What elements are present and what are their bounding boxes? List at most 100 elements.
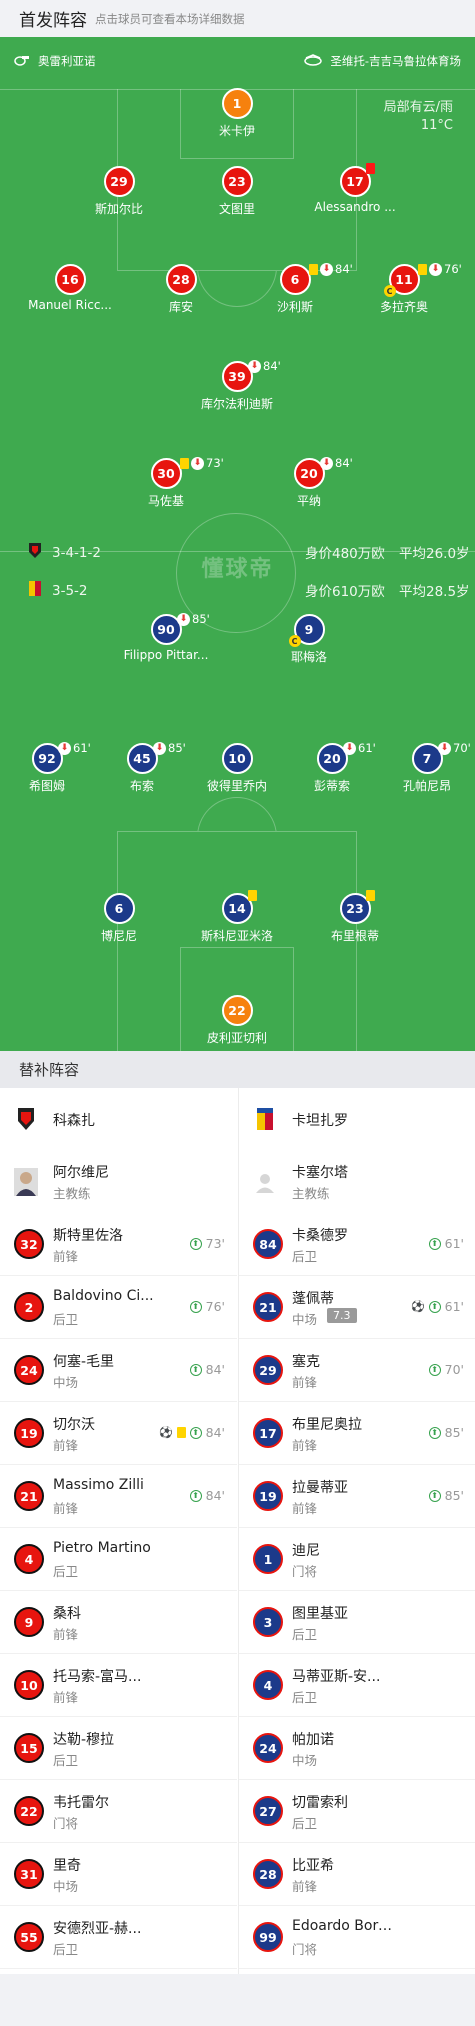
shirt-number: 16 bbox=[54, 264, 86, 295]
player-home-17[interactable]: 17 Alessandro ... bbox=[295, 163, 415, 214]
shirt-number: 32 bbox=[14, 1229, 44, 1259]
sub-minute: 84' bbox=[205, 1425, 225, 1440]
shirt-number: 6 bbox=[279, 264, 311, 295]
sub-event: ⬆ 85' bbox=[428, 1425, 464, 1440]
player-home-28[interactable]: 28 库安 bbox=[121, 264, 241, 315]
lineup-title: 首发阵容 bbox=[19, 11, 87, 31]
stadium-name: 圣维托-吉吉马鲁拉体育场 bbox=[330, 54, 461, 68]
sub-off-icon: ⬇ bbox=[429, 262, 442, 276]
sub-player-row[interactable]: 4 马蒂亚斯-安... 后卫 bbox=[239, 1654, 475, 1717]
sub-off-icon: ⬇ bbox=[320, 456, 333, 470]
red-card-icon bbox=[366, 163, 375, 174]
sub-player-row[interactable]: 9 桑科 前锋 bbox=[0, 1591, 237, 1654]
coach-name: 卡塞尔塔 bbox=[292, 1165, 348, 1181]
lineup-header: 首发阵容 点击球员可查看本场详细数据 bbox=[0, 0, 475, 37]
player-home-23[interactable]: 23 文图里 bbox=[177, 166, 297, 217]
player-away-23[interactable]: 23 布里根蒂 bbox=[295, 890, 415, 944]
player-away-9[interactable]: 9C 耶梅洛 bbox=[249, 614, 369, 665]
shirt-number: 9 bbox=[14, 1607, 44, 1637]
player-position: 前锋 bbox=[53, 1501, 79, 1516]
sub-minute: 61' bbox=[444, 1236, 464, 1251]
player-away-22[interactable]: 22 皮利亚切利 bbox=[177, 995, 297, 1046]
sub-player-row[interactable]: 29 塞克 前锋 ⬆ 70' bbox=[239, 1339, 475, 1402]
player-position: 前锋 bbox=[53, 1627, 79, 1642]
shirt-number: 6 bbox=[103, 893, 135, 924]
sub-player-row[interactable]: 3 图里基亚 后卫 bbox=[239, 1591, 475, 1654]
sub-player-row[interactable]: 28 比亚希 前锋 bbox=[239, 1843, 475, 1906]
player-away-6[interactable]: 6 博尼尼 bbox=[59, 893, 179, 944]
sub-on-icon: ⬆ bbox=[428, 1300, 441, 1313]
sub-player-row[interactable]: 55 安德烈亚-赫... 后卫 bbox=[0, 1906, 237, 1969]
sub-player-row[interactable]: 22 韦托雷尔 门将 bbox=[0, 1780, 237, 1843]
home-coach-row[interactable]: 阿尔维尼 主教练 bbox=[0, 1150, 237, 1213]
player-away-90[interactable]: 90 ⬇ 85' Filippo Pittar... bbox=[106, 612, 226, 662]
player-home-20[interactable]: 20 ⬇ 84' 平纳 bbox=[249, 456, 369, 509]
sub-player-row[interactable]: 84 卡桑德罗 后卫 ⬆ 61' bbox=[239, 1213, 475, 1276]
player-name: 斯特里佐洛 bbox=[53, 1228, 123, 1244]
player-name: 沙利斯 bbox=[276, 300, 313, 314]
shirt-number: 1 bbox=[221, 88, 253, 119]
player-name: Alessandro ... bbox=[314, 200, 396, 214]
player-name: Manuel Ricc... bbox=[28, 298, 112, 312]
sub-player-row[interactable]: 15 达勒-穆拉 后卫 bbox=[0, 1717, 237, 1780]
player-name: 迪尼 bbox=[292, 1543, 320, 1559]
player-position: 后卫 bbox=[292, 1249, 318, 1264]
captain-badge: C bbox=[288, 635, 301, 647]
sub-player-row[interactable]: 99 Edoardo Borrelli 门将 bbox=[239, 1906, 475, 1969]
away-coach-row[interactable]: 卡塞尔塔 主教练 bbox=[239, 1150, 475, 1213]
sub-player-row[interactable]: 21 Massimo Zilli 前锋 ⬆ 84' bbox=[0, 1465, 237, 1528]
sub-player-row[interactable]: 19 切尔沃 前锋 ⚽ ⬆ 84' bbox=[0, 1402, 237, 1465]
sub-on-icon: ⬆ bbox=[189, 1300, 202, 1313]
cosenza-logo-icon bbox=[17, 1107, 35, 1131]
page-footer bbox=[0, 1974, 475, 2026]
sub-minute: 73' bbox=[206, 456, 224, 470]
sub-player-row[interactable]: 4 Pietro Martino 后卫 bbox=[0, 1528, 237, 1591]
sub-minute: 61' bbox=[444, 1299, 464, 1314]
player-name: 马佐基 bbox=[147, 494, 184, 508]
yellow-card-icon bbox=[366, 890, 375, 901]
player-away-7[interactable]: 7 ⬇ 70' 孔帕尼昂 bbox=[367, 741, 475, 794]
player-home-29[interactable]: 29 斯加尔比 bbox=[59, 166, 179, 217]
player-home-30[interactable]: 30 ⬇ 73' 马佐基 bbox=[106, 456, 226, 509]
sub-event: ⬆ 85' bbox=[428, 1488, 464, 1503]
player-name: 蓬佩蒂 bbox=[292, 1291, 334, 1307]
home-team-row[interactable]: 科森扎 bbox=[0, 1088, 237, 1150]
player-name: 多拉齐奥 bbox=[379, 300, 428, 314]
lineup-hint: 点击球员可查看本场详细数据 bbox=[95, 11, 245, 26]
coach-name: 阿尔维尼 bbox=[53, 1165, 109, 1181]
subs-header: 替补阵容 bbox=[0, 1051, 475, 1088]
player-home-6[interactable]: 6 ⬇ 84' 沙利斯 bbox=[235, 262, 355, 315]
sub-player-row[interactable]: 19 拉曼蒂亚 前锋 ⬆ 85' bbox=[239, 1465, 475, 1528]
shirt-number: 31 bbox=[14, 1859, 44, 1889]
player-position: 前锋 bbox=[292, 1375, 318, 1390]
yellow-card-icon bbox=[176, 1427, 186, 1438]
sub-player-row[interactable]: 2 Baldovino Ci... 后卫 ⬆ 76' bbox=[0, 1276, 237, 1339]
sub-player-row[interactable]: 21 蓬佩蒂 中场 7.3 ⚽ ⬆ 61' bbox=[239, 1276, 475, 1339]
player-home-16[interactable]: 16 Manuel Ricc... bbox=[10, 264, 130, 312]
shirt-number: 55 bbox=[14, 1922, 44, 1952]
sub-minute: 84' bbox=[263, 359, 281, 373]
sub-player-row[interactable]: 10 托马索-富马... 前锋 bbox=[0, 1654, 237, 1717]
player-home-1[interactable]: 1 米卡伊 bbox=[177, 88, 297, 139]
shirt-number: 28 bbox=[165, 264, 197, 295]
player-home-11[interactable]: 11 C ⬇ 76' 多拉齐奥 bbox=[344, 262, 464, 315]
away-team-row[interactable]: 卡坦扎罗 bbox=[239, 1088, 475, 1150]
sub-player-row[interactable]: 31 里奇 中场 bbox=[0, 1843, 237, 1906]
sub-player-row[interactable]: 17 布里尼奥拉 前锋 ⬆ 85' bbox=[239, 1402, 475, 1465]
sub-player-row[interactable]: 24 帕加诺 中场 bbox=[239, 1717, 475, 1780]
player-name: 安德烈亚-赫... bbox=[53, 1921, 142, 1937]
sub-player-row[interactable]: 27 切雷索利 后卫 bbox=[239, 1780, 475, 1843]
player-name: 皮利亚切利 bbox=[206, 1031, 267, 1045]
sub-player-row[interactable]: 32 斯特里佐洛 前锋 ⬆ 73' bbox=[0, 1213, 237, 1276]
sub-player-row[interactable]: 1 迪尼 门将 bbox=[239, 1528, 475, 1591]
player-position: 前锋 bbox=[292, 1438, 318, 1453]
player-name: 博尼尼 bbox=[100, 929, 137, 943]
player-position: 后卫 bbox=[292, 1690, 318, 1705]
shirt-number: 27 bbox=[253, 1796, 283, 1826]
shirt-number: 24 bbox=[14, 1355, 44, 1385]
sub-player-row[interactable]: 24 何塞-毛里 中场 ⬆ 84' bbox=[0, 1339, 237, 1402]
football-pitch: 奥雷利亚诺 圣维托-吉吉马鲁拉体育场 局部有云/雨 11°C 1 米卡伊 29 … bbox=[0, 37, 475, 1051]
player-away-14[interactable]: 14 斯科尼亚米洛 bbox=[177, 890, 297, 944]
player-home-39[interactable]: 39 ⬇ 84' 库尔法利迪斯 bbox=[177, 359, 297, 412]
sub-minute: 85' bbox=[192, 612, 210, 626]
